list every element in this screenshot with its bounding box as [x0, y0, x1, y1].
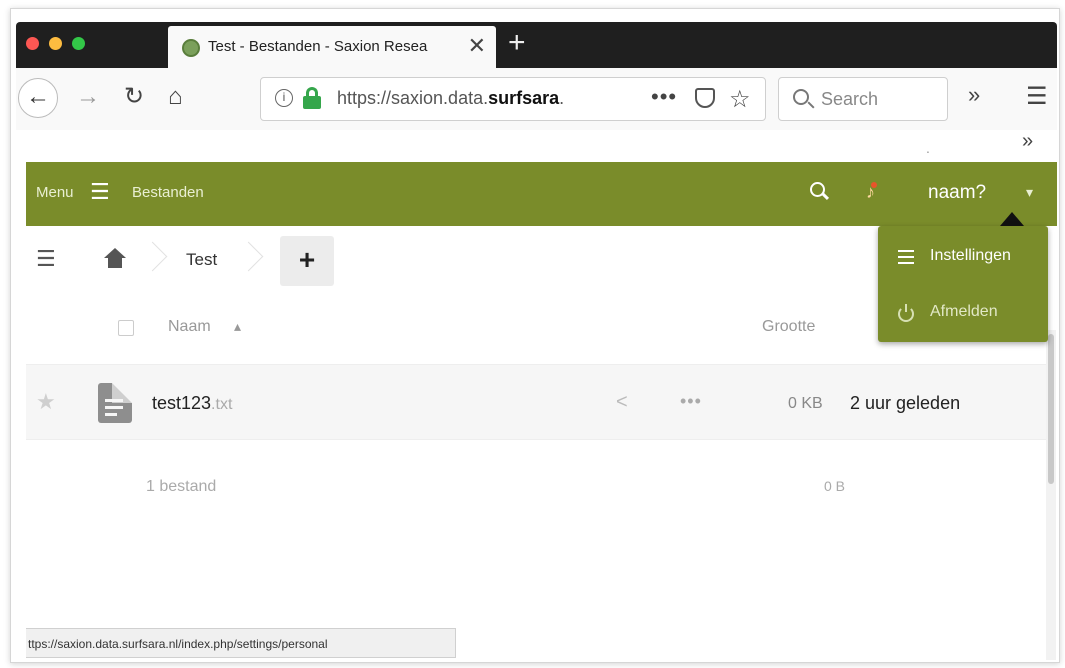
browser-tab-active[interactable]: Test - Bestanden - Saxion Resea ✕ [168, 26, 496, 68]
menu-item-afmelden[interactable]: Afmelden [878, 290, 1048, 338]
user-menu-button[interactable]: naam? [928, 182, 986, 204]
close-window-button[interactable] [26, 37, 39, 50]
breadcrumb-separator [142, 240, 162, 280]
file-name[interactable]: test123.txt [152, 393, 232, 414]
back-button[interactable]: ← [18, 78, 58, 118]
reload-button[interactable]: ↻ [124, 82, 144, 112]
scrollbar[interactable] [1046, 330, 1056, 660]
window-controls [26, 37, 85, 50]
new-item-button[interactable]: + [280, 236, 334, 286]
search-icon [793, 89, 809, 105]
url-text[interactable]: https://saxion.data.surfsara. [337, 88, 637, 109]
pocket-icon[interactable] [695, 88, 715, 108]
navigation-bar: ← → ↻ ⌂ i https://saxion.data.surfsara. … [16, 68, 1057, 130]
minimize-window-button[interactable] [49, 37, 62, 50]
settings-list-icon [898, 250, 914, 264]
dropdown-pointer [1000, 212, 1024, 226]
total-size: 0 B [824, 478, 846, 494]
toolbar-overflow-icon[interactable]: » [968, 82, 980, 108]
search-input[interactable]: Search [778, 77, 948, 121]
column-name-header[interactable]: Naam [168, 318, 211, 336]
more-actions-icon[interactable]: ••• [680, 391, 702, 412]
lock-icon[interactable] [303, 87, 321, 109]
toolbar-dot: . [926, 140, 930, 156]
menu-item-label: Instellingen [930, 247, 1011, 264]
file-size: 0 KB [788, 395, 823, 412]
menu-item-label: Afmelden [930, 303, 998, 320]
column-size-header[interactable]: Grootte [762, 318, 815, 336]
site-favicon-icon [182, 39, 200, 57]
url-bar[interactable]: i https://saxion.data.surfsara. ••• ☆ [260, 77, 766, 121]
app-title[interactable]: Bestanden [132, 184, 204, 201]
share-icon[interactable]: < [616, 391, 628, 414]
table-row[interactable]: ★ test123.txt < ••• 0 KB 2 uur geleden [26, 364, 1046, 440]
breadcrumb-folder[interactable]: Test [186, 250, 217, 270]
browser-menu-icon[interactable]: ☰ [1026, 82, 1048, 111]
breadcrumb-separator [238, 240, 258, 280]
bookmarks-overflow-icon[interactable]: » [1022, 130, 1033, 153]
tab-strip: Test - Bestanden - Saxion Resea ✕ + [16, 22, 1057, 68]
search-placeholder: Search [821, 89, 879, 109]
home-button[interactable]: ⌂ [168, 82, 183, 112]
select-all-checkbox[interactable] [118, 320, 134, 336]
file-count: 1 bestand [146, 478, 217, 495]
menu-item-instellingen[interactable]: Instellingen [878, 234, 1048, 282]
header-search-icon[interactable] [810, 182, 825, 197]
page-actions-icon[interactable]: ••• [651, 84, 677, 110]
power-icon [898, 304, 914, 322]
close-tab-icon[interactable]: ✕ [468, 34, 486, 58]
navigation-toggle-icon[interactable]: ☰ [36, 246, 56, 272]
text-file-icon [98, 383, 132, 423]
chevron-down-icon[interactable]: ▾ [1026, 184, 1033, 201]
notification-bell-icon[interactable]: ♪ [866, 182, 877, 203]
status-link-url: ttps://saxion.data.surfsara.nl/index.php… [28, 637, 328, 651]
new-tab-button[interactable]: + [508, 26, 526, 60]
home-folder-icon[interactable] [104, 248, 126, 268]
file-modified: 2 uur geleden [850, 393, 961, 413]
file-list-summary: 1 bestand 0 B [26, 442, 1046, 530]
favorite-star-icon[interactable]: ★ [36, 389, 56, 415]
forward-button[interactable]: → [76, 82, 100, 112]
app-menu-icon[interactable]: ☰ [90, 179, 110, 205]
info-icon[interactable]: i [275, 89, 293, 107]
bookmark-star-icon[interactable]: ☆ [729, 85, 751, 114]
sort-indicator-icon[interactable]: ▴ [234, 318, 241, 335]
tab-title: Test - Bestanden - Saxion Resea [208, 38, 428, 55]
user-dropdown-menu: Instellingen Afmelden [878, 226, 1048, 342]
app-menu-label[interactable]: Menu [36, 184, 74, 201]
app-header: Menu ☰ Bestanden ♪ naam? ▾ [26, 162, 1057, 226]
status-bar: ttps://saxion.data.surfsara.nl/index.php… [26, 628, 456, 658]
maximize-window-button[interactable] [72, 37, 85, 50]
scrollbar-thumb[interactable] [1048, 334, 1054, 484]
